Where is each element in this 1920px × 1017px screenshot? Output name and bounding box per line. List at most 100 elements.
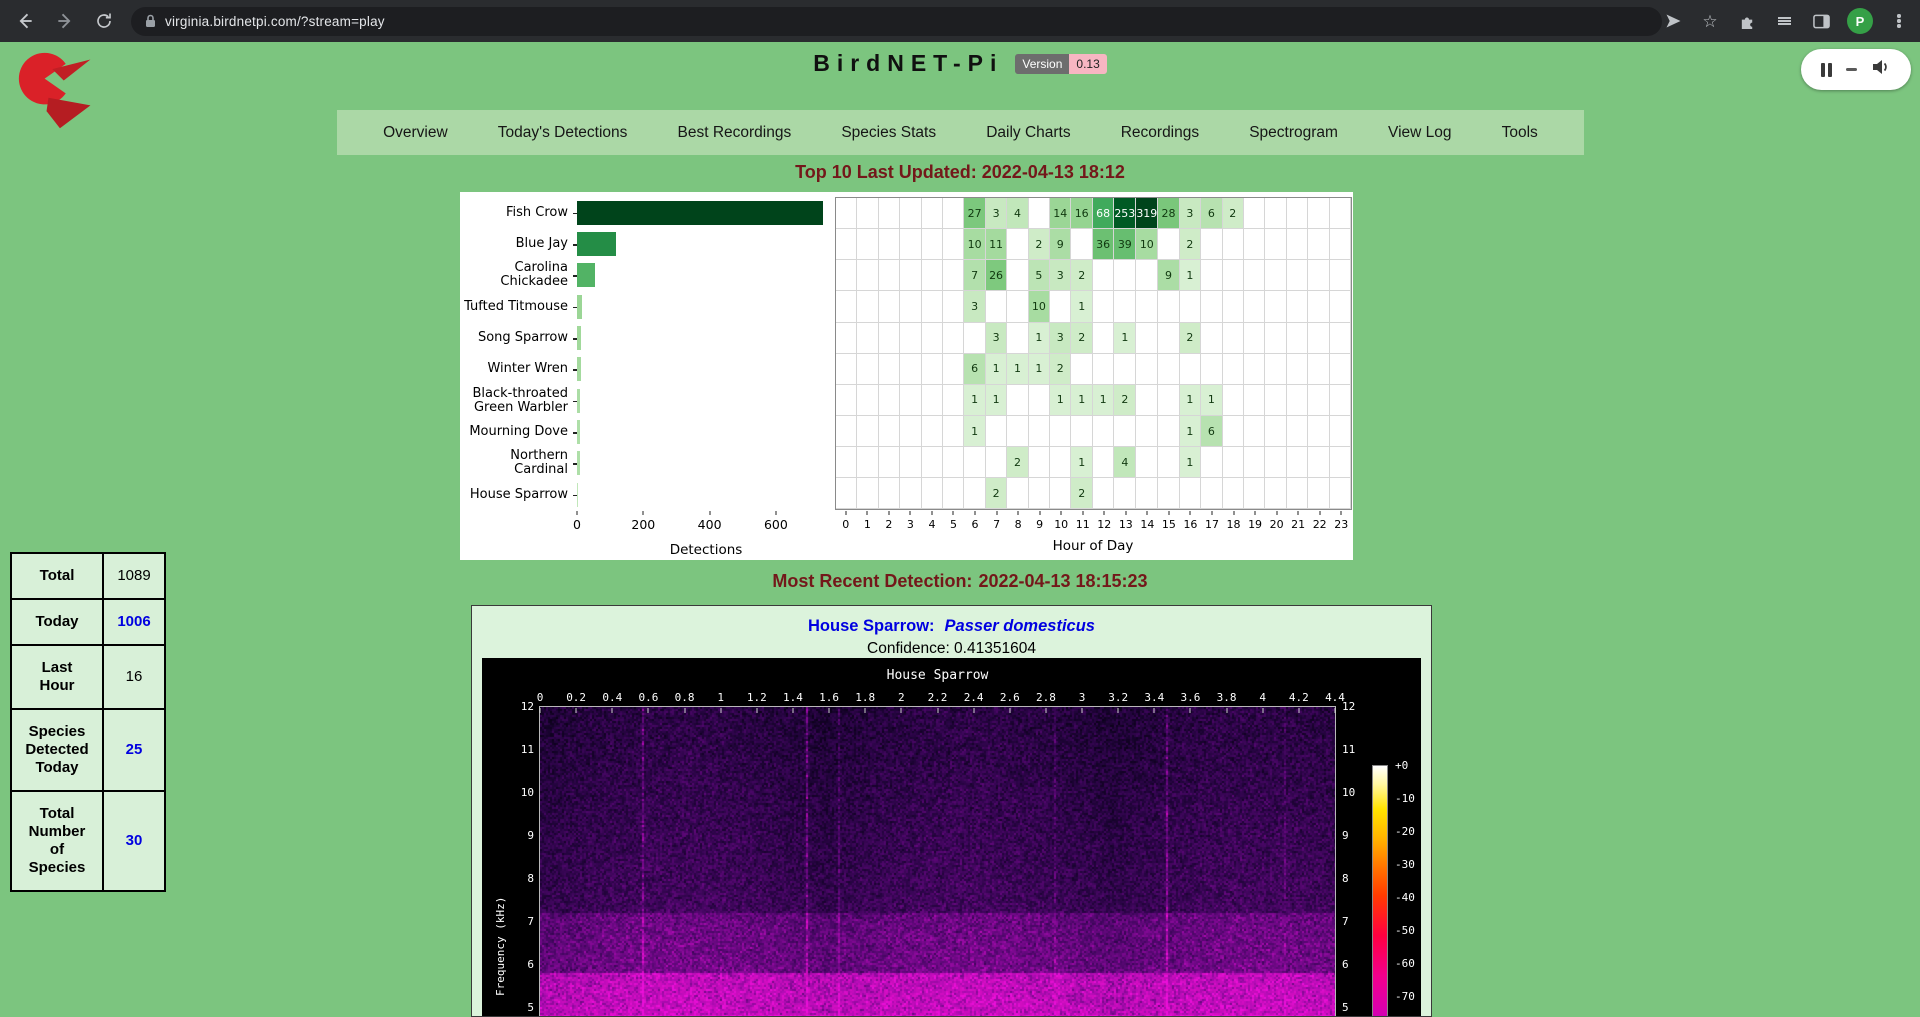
main-nav: Overview Today's Detections Best Recording… xyxy=(337,110,1584,155)
heatmap-cell xyxy=(1093,260,1114,291)
heatmap-cell xyxy=(1308,323,1329,354)
stats-row: Today1006 xyxy=(11,599,165,645)
hour-tick-label: 7 xyxy=(993,518,1000,531)
reading-list-icon[interactable] xyxy=(1773,10,1795,32)
nav-item-species-stats[interactable]: Species Stats xyxy=(837,124,940,142)
browser-reload-icon[interactable] xyxy=(89,6,119,36)
heatmap-cell xyxy=(879,416,900,447)
heatmap-cell xyxy=(1330,229,1351,260)
heatmap-cell xyxy=(1244,478,1265,509)
detection-bar-northern-cardinal xyxy=(577,451,580,475)
heatmap-cell xyxy=(1308,229,1329,260)
stats-value-species-detected-today[interactable]: 25 xyxy=(103,709,165,791)
heatmap-cell xyxy=(1050,447,1071,478)
heatmap-cell: 4 xyxy=(1114,447,1136,478)
stats-value-last-hour: 16 xyxy=(103,645,165,709)
tick-mark xyxy=(975,511,976,515)
tick-mark xyxy=(720,708,721,713)
spectrogram-y-tick: 6 xyxy=(1342,958,1366,971)
tick-mark xyxy=(1009,708,1010,713)
heatmap-cell xyxy=(857,416,878,447)
tick-mark xyxy=(775,511,776,515)
heatmap-cell xyxy=(986,447,1007,478)
profile-avatar[interactable]: P xyxy=(1847,8,1873,34)
heatmap-cell: 253 xyxy=(1114,198,1136,229)
heatmap-cell xyxy=(964,323,985,354)
seek-bar[interactable] xyxy=(1846,68,1857,71)
spectrogram-title: House Sparrow xyxy=(540,668,1335,683)
nav-item-spectrogram[interactable]: Spectrogram xyxy=(1245,124,1342,142)
row-label-black-throated-green-warbler: Black-throated Green Warbler xyxy=(460,385,571,416)
nav-item-view-log[interactable]: View Log xyxy=(1384,124,1455,142)
tick-mark xyxy=(867,511,868,515)
extensions-puzzle-icon[interactable] xyxy=(1736,10,1758,32)
colorbar-tick: -70 xyxy=(1395,990,1415,1003)
heatmap-cell: 1 xyxy=(1180,447,1201,478)
nav-item-best-recordings[interactable]: Best Recordings xyxy=(674,124,796,142)
tick-mark xyxy=(1211,511,1212,515)
hour-tick-label: 4 xyxy=(928,518,935,531)
hour-tick-label: 12 xyxy=(1097,518,1111,531)
tick-mark xyxy=(888,511,889,515)
heatmap-cell: 16 xyxy=(1071,198,1092,229)
heatmap-cell xyxy=(1136,291,1158,322)
top10-heading: Top 10 Last Updated: 2022-04-13 18:12 xyxy=(0,162,1920,183)
heatmap-cell: 1 xyxy=(1071,291,1092,322)
heatmap-cell: 1 xyxy=(1071,385,1092,416)
send-icon[interactable] xyxy=(1662,10,1684,32)
detection-bar-carolina-chickadee xyxy=(577,263,595,287)
heatmap-cell xyxy=(1244,447,1265,478)
heatmap-cell xyxy=(1287,478,1308,509)
spectrogram-y-tick: 12 xyxy=(512,700,534,713)
heatmap-cell xyxy=(1007,385,1028,416)
browser-forward-icon[interactable] xyxy=(50,6,80,36)
tick-mark xyxy=(901,708,902,713)
hour-tick-label: 17 xyxy=(1205,518,1219,531)
heatmap-cell xyxy=(1007,478,1028,509)
nav-item-daily-charts[interactable]: Daily Charts xyxy=(982,124,1074,142)
heatmap-cell xyxy=(1093,447,1114,478)
detections-tick-label: 200 xyxy=(631,517,655,532)
nav-item-tools[interactable]: Tools xyxy=(1498,124,1542,142)
side-panel-icon[interactable] xyxy=(1810,10,1832,32)
species-scientific-name-link[interactable]: Passer domesticus xyxy=(945,617,1095,635)
top10-chart: 2734141668253319283621011293639102726532… xyxy=(460,192,1353,560)
recent-detection-card: House Sparrow:Passer domesticus Confiden… xyxy=(471,605,1432,1017)
browser-back-icon[interactable] xyxy=(10,6,40,36)
stats-value-total-number-of-species[interactable]: 30 xyxy=(103,791,165,891)
spectrogram-x-tick: 2.4 xyxy=(964,691,984,704)
heatmap-cell xyxy=(879,198,900,229)
species-common-name-link[interactable]: House Sparrow: xyxy=(808,617,935,635)
heatmap-cell: 1 xyxy=(1114,323,1136,354)
stats-value-today[interactable]: 1006 xyxy=(103,599,165,645)
heatmap-cell xyxy=(943,198,964,229)
stats-row: Total Number of Species30 xyxy=(11,791,165,891)
bookmark-star-icon[interactable]: ☆ xyxy=(1699,10,1721,32)
tick-mark xyxy=(931,511,932,515)
spectrogram-x-tick: 0.2 xyxy=(566,691,586,704)
nav-item-overview[interactable]: Overview xyxy=(379,124,452,142)
heatmap-cell: 2 xyxy=(1071,260,1092,291)
heatmap-cell xyxy=(1223,354,1244,385)
tick-mark xyxy=(684,708,685,713)
heatmap-cell xyxy=(1093,416,1114,447)
heatmap-cell xyxy=(836,260,857,291)
nav-item-today-s-detections[interactable]: Today's Detections xyxy=(494,124,632,142)
stats-row: Species Detected Today25 xyxy=(11,709,165,791)
heatmap-cell xyxy=(836,354,857,385)
heatmap-cell xyxy=(857,198,878,229)
tick-mark xyxy=(973,708,974,713)
pause-icon[interactable] xyxy=(1821,63,1833,77)
heatmap-cell: 1 xyxy=(1180,385,1201,416)
audio-player[interactable] xyxy=(1801,49,1911,90)
nav-item-recordings[interactable]: Recordings xyxy=(1117,124,1203,142)
address-bar[interactable]: virginia.birdnetpi.com/?stream=play xyxy=(131,7,1662,36)
heatmap-cell xyxy=(1114,478,1136,509)
detection-bar-winter-wren xyxy=(577,357,581,381)
heatmap-cell: 6 xyxy=(1201,416,1222,447)
volume-icon[interactable] xyxy=(1871,59,1891,80)
row-label-song-sparrow: Song Sparrow xyxy=(460,322,571,353)
tick-mark xyxy=(1276,511,1277,515)
browser-menu-kebab-icon[interactable] xyxy=(1888,10,1910,32)
heatmap-cell xyxy=(1265,198,1286,229)
